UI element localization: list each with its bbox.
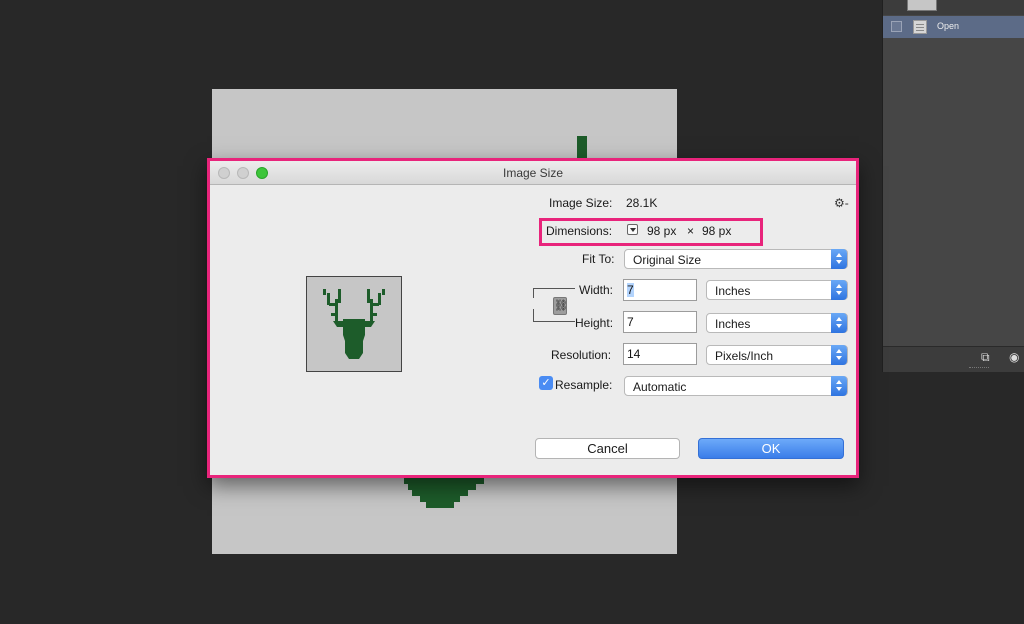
image-size-dialog: Image Size Image Size: 28.1K ⚙- Dimensio… bbox=[207, 158, 859, 478]
chevron-updown-icon bbox=[831, 376, 847, 396]
history-snapshot-thumbnail[interactable] bbox=[907, 0, 937, 11]
history-panel-header bbox=[883, 0, 1024, 15]
new-document-icon[interactable]: ⧉ bbox=[981, 351, 995, 363]
resample-label: Resample: bbox=[555, 378, 613, 392]
fit-to-select[interactable]: Original Size bbox=[624, 249, 848, 269]
dimensions-width-value: 98 px bbox=[647, 224, 677, 238]
width-input[interactable]: 7 bbox=[623, 279, 697, 301]
ok-button[interactable]: OK bbox=[698, 438, 844, 459]
dimensions-label: Dimensions: bbox=[546, 224, 613, 238]
width-unit-value: Inches bbox=[715, 284, 751, 298]
chain-link-icon[interactable]: ⛓ bbox=[553, 297, 568, 315]
height-input[interactable]: 7 bbox=[623, 311, 697, 333]
height-unit-select[interactable]: Inches bbox=[706, 313, 848, 333]
resize-grip[interactable] bbox=[969, 367, 989, 370]
chevron-updown-icon bbox=[831, 280, 847, 300]
resolution-label: Resolution: bbox=[551, 348, 612, 362]
width-label: Width: bbox=[579, 283, 614, 297]
resample-select[interactable]: Automatic bbox=[624, 376, 848, 396]
resample-value: Automatic bbox=[633, 380, 687, 394]
height-label: Height: bbox=[575, 316, 614, 330]
checkmark-icon: ✓ bbox=[541, 377, 551, 389]
image-preview[interactable] bbox=[306, 276, 402, 372]
width-value: 7 bbox=[627, 283, 634, 297]
cancel-button[interactable]: Cancel bbox=[535, 438, 680, 459]
camera-icon[interactable]: ◉ bbox=[1009, 351, 1023, 363]
history-source-checkbox[interactable] bbox=[891, 21, 902, 32]
deer-head-preview bbox=[323, 289, 385, 359]
document-icon bbox=[913, 20, 927, 34]
dimensions-units-dropdown[interactable] bbox=[627, 224, 638, 235]
resolution-unit-select[interactable]: Pixels/Inch bbox=[706, 345, 848, 365]
dimensions-multiply: × bbox=[687, 224, 695, 238]
dialog-title: Image Size bbox=[502, 166, 564, 180]
resolution-input[interactable]: 14 bbox=[623, 343, 697, 365]
height-unit-value: Inches bbox=[715, 317, 751, 331]
dialog-titlebar[interactable]: Image Size bbox=[210, 161, 856, 185]
dimensions-height-value: 98 px bbox=[702, 224, 732, 238]
history-panel-footer: ⧉ ◉ bbox=[883, 346, 1024, 372]
image-size-label: Image Size: bbox=[549, 196, 613, 210]
height-value: 7 bbox=[627, 315, 634, 329]
fit-to-label: Fit To: bbox=[582, 252, 615, 266]
image-size-value: 28.1K bbox=[626, 196, 658, 210]
resample-checkbox[interactable]: ✓ bbox=[539, 376, 553, 390]
resolution-unit-value: Pixels/Inch bbox=[715, 349, 774, 363]
width-unit-select[interactable]: Inches bbox=[706, 280, 848, 300]
chevron-updown-icon bbox=[831, 313, 847, 333]
chevron-updown-icon bbox=[831, 345, 847, 365]
fit-to-value: Original Size bbox=[633, 253, 702, 267]
chevron-updown-icon bbox=[831, 249, 847, 269]
history-item-label: Open bbox=[937, 21, 960, 31]
gear-icon[interactable]: ⚙- bbox=[834, 196, 849, 210]
history-panel: Open ⧉ ◉ bbox=[882, 0, 1024, 372]
history-item-open[interactable]: Open bbox=[883, 16, 1024, 38]
resolution-value: 14 bbox=[627, 347, 641, 361]
